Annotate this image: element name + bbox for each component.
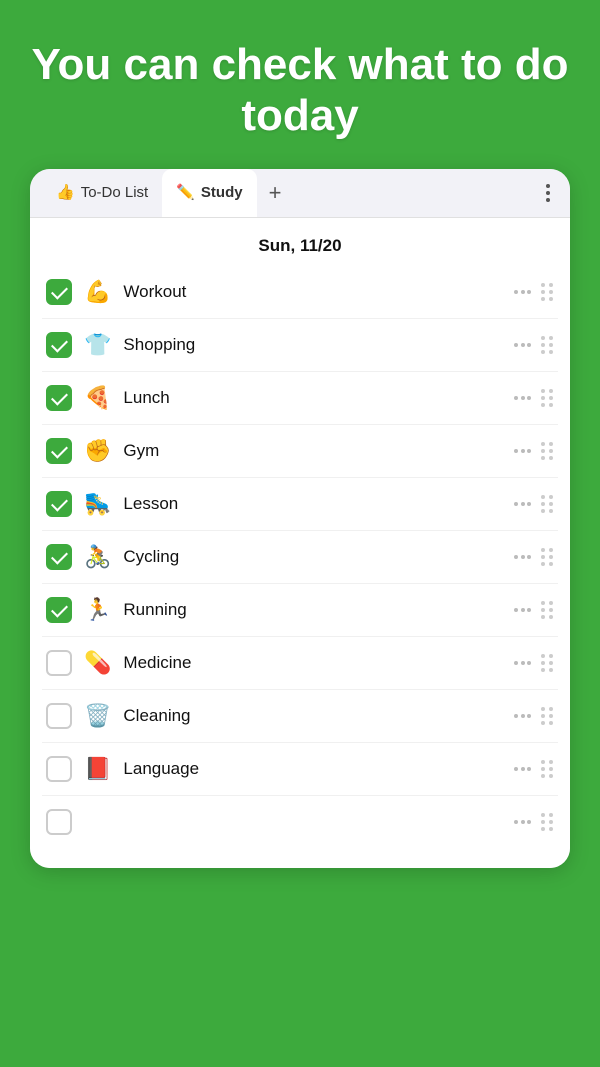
tab-todo-emoji: 👍 xyxy=(56,183,75,201)
task-list: 💪 Workout 👕 Shopping 🍕 Lunch ✊ Gym 🛼 Lesson 🚴 Cycli… xyxy=(30,266,570,848)
task-menu-dots[interactable] xyxy=(514,714,531,718)
task-emoji: 🏃 xyxy=(84,597,111,623)
task-actions xyxy=(514,389,554,407)
task-drag-handle[interactable] xyxy=(541,442,554,460)
task-drag-handle[interactable] xyxy=(541,495,554,513)
task-menu-dots[interactable] xyxy=(514,555,531,559)
tab-study-label: Study xyxy=(201,184,243,201)
app-card: 👍 To-Do List ✏️ Study + Sun, 11/20 💪 Work… xyxy=(30,169,570,868)
task-drag-handle[interactable] xyxy=(541,336,554,354)
task-checkbox[interactable] xyxy=(46,809,72,835)
task-emoji: ✊ xyxy=(84,438,111,464)
task-actions xyxy=(514,813,554,831)
task-item: 🏃 Running xyxy=(42,584,558,637)
task-drag-handle[interactable] xyxy=(541,707,554,725)
task-item: 👕 Shopping xyxy=(42,319,558,372)
task-drag-handle[interactable] xyxy=(541,548,554,566)
task-label: Cleaning xyxy=(123,706,502,726)
task-menu-dots[interactable] xyxy=(514,396,531,400)
task-drag-handle[interactable] xyxy=(541,654,554,672)
task-checkbox[interactable] xyxy=(46,650,72,676)
task-emoji: 📕 xyxy=(84,756,111,782)
task-emoji: 🗑️ xyxy=(84,703,111,729)
task-item: ✊ Gym xyxy=(42,425,558,478)
task-item: 🗑️ Cleaning xyxy=(42,690,558,743)
task-emoji: 💊 xyxy=(84,650,111,676)
tab-study-emoji: ✏️ xyxy=(176,183,195,201)
task-actions xyxy=(514,495,554,513)
task-emoji: 👕 xyxy=(84,332,111,358)
hero-title: You can check what to do today xyxy=(20,40,580,141)
tab-study[interactable]: ✏️ Study xyxy=(162,169,256,217)
task-emoji: 🍕 xyxy=(84,385,111,411)
task-checkbox[interactable] xyxy=(46,332,72,358)
task-checkbox[interactable] xyxy=(46,756,72,782)
task-item: 🛼 Lesson xyxy=(42,478,558,531)
task-item: 💪 Workout xyxy=(42,266,558,319)
task-actions xyxy=(514,601,554,619)
task-menu-dots[interactable] xyxy=(514,608,531,612)
add-tab-button[interactable]: + xyxy=(257,170,294,216)
task-item: 📕 Language xyxy=(42,743,558,796)
task-checkbox[interactable] xyxy=(46,385,72,411)
task-item: 🍕 Lunch xyxy=(42,372,558,425)
task-menu-dots[interactable] xyxy=(514,820,531,824)
task-checkbox[interactable] xyxy=(46,544,72,570)
task-menu-dots[interactable] xyxy=(514,343,531,347)
task-menu-dots[interactable] xyxy=(514,661,531,665)
task-drag-handle[interactable] xyxy=(541,601,554,619)
task-actions xyxy=(514,442,554,460)
task-drag-handle[interactable] xyxy=(541,813,554,831)
task-label: Lesson xyxy=(123,494,502,514)
more-dot-2 xyxy=(546,191,550,195)
tab-todo-label: To-Do List xyxy=(81,184,149,201)
task-label: Gym xyxy=(123,441,502,461)
task-actions xyxy=(514,760,554,778)
task-emoji: 🛼 xyxy=(84,491,111,517)
task-menu-dots[interactable] xyxy=(514,502,531,506)
task-drag-handle[interactable] xyxy=(541,760,554,778)
task-drag-handle[interactable] xyxy=(541,283,554,301)
task-actions xyxy=(514,707,554,725)
date-header: Sun, 11/20 xyxy=(30,218,570,266)
task-actions xyxy=(514,336,554,354)
task-checkbox[interactable] xyxy=(46,703,72,729)
card-body: Sun, 11/20 💪 Workout 👕 Shopping 🍕 Lunch ✊ Gym 🛼 L… xyxy=(30,218,570,868)
task-item: 🚴 Cycling xyxy=(42,531,558,584)
task-emoji: 💪 xyxy=(84,279,111,305)
task-actions xyxy=(514,283,554,301)
task-item xyxy=(42,796,558,848)
task-label: Language xyxy=(123,759,502,779)
task-label: Shopping xyxy=(123,335,502,355)
task-label: Running xyxy=(123,600,502,620)
task-emoji: 🚴 xyxy=(84,544,111,570)
task-label: Cycling xyxy=(123,547,502,567)
more-dot-1 xyxy=(546,184,550,188)
task-menu-dots[interactable] xyxy=(514,290,531,294)
task-actions xyxy=(514,654,554,672)
task-item: 💊 Medicine xyxy=(42,637,558,690)
task-label: Lunch xyxy=(123,388,502,408)
task-checkbox[interactable] xyxy=(46,597,72,623)
task-label: Medicine xyxy=(123,653,502,673)
task-drag-handle[interactable] xyxy=(541,389,554,407)
task-checkbox[interactable] xyxy=(46,438,72,464)
task-menu-dots[interactable] xyxy=(514,767,531,771)
more-options-button[interactable] xyxy=(538,174,558,212)
task-actions xyxy=(514,548,554,566)
task-checkbox[interactable] xyxy=(46,491,72,517)
task-menu-dots[interactable] xyxy=(514,449,531,453)
tab-todo[interactable]: 👍 To-Do List xyxy=(42,169,162,217)
task-label: Workout xyxy=(123,282,502,302)
tab-bar: 👍 To-Do List ✏️ Study + xyxy=(30,169,570,218)
task-checkbox[interactable] xyxy=(46,279,72,305)
more-dot-3 xyxy=(546,198,550,202)
